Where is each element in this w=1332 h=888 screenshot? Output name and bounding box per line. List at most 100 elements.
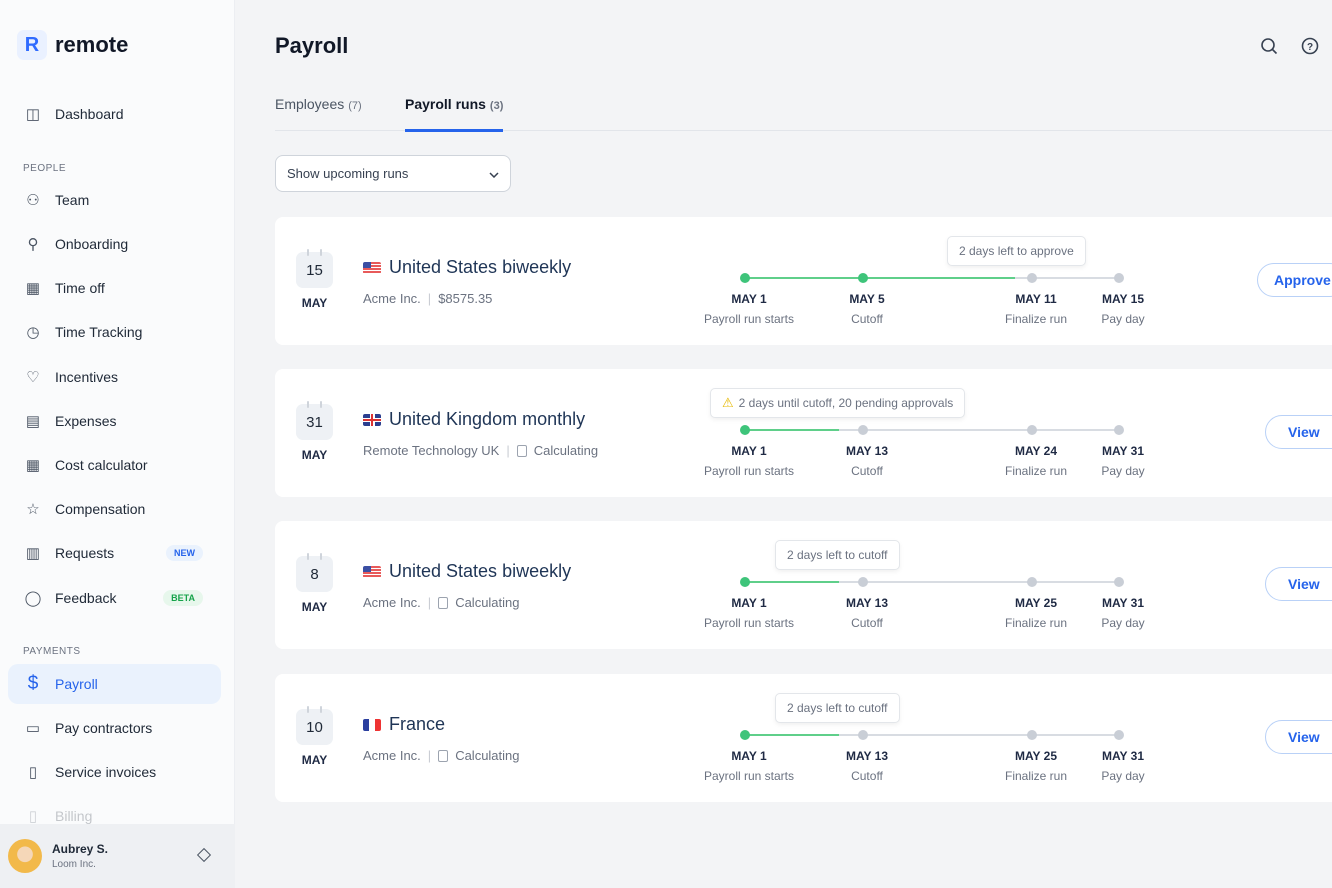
milestone-dot (858, 577, 868, 587)
user-menu[interactable]: Aubrey S. Loom Inc. (0, 824, 235, 888)
user-name: Aubrey S. (52, 842, 109, 856)
milestone-label: Payroll run starts (703, 616, 795, 630)
approve-button[interactable]: Approve (1257, 263, 1332, 297)
logo-text: remote (55, 32, 129, 57)
view-button[interactable]: View (1265, 720, 1332, 754)
tab-employees[interactable]: Employees (7) (275, 96, 362, 131)
run-name[interactable]: France (389, 714, 445, 735)
sidebar-item-label: Compensation (55, 501, 146, 517)
tab-payroll-runs[interactable]: Payroll runs (3) (405, 96, 504, 132)
sidebar-item-time-tracking[interactable]: ◷ Time Tracking (8, 312, 221, 352)
sidebar-item-dashboard[interactable]: ◫ Dashboard (8, 94, 221, 134)
sidebar-item-team[interactable]: ⚇ Team (8, 180, 221, 220)
sidebar-item-service-invoices[interactable]: ▯ Service invoices (8, 752, 221, 792)
milestone-dot (1027, 273, 1037, 283)
sidebar: R remote PEOPLE PAYMENTS ◫ Dashboard ⚇ Team… (0, 0, 235, 888)
search-icon[interactable] (1259, 36, 1279, 56)
sidebar-item-pay-contractors[interactable]: ▭ Pay contractors (8, 708, 221, 748)
sidebar-item-label: Team (55, 192, 90, 208)
tooltip-text: 2 days left to cutoff (787, 701, 888, 715)
milestone-dot (1027, 425, 1037, 435)
milestone-date: MAY 13 (845, 444, 889, 458)
sidebar-item-label: Time off (55, 280, 105, 296)
invoice-icon: ▯ (28, 764, 38, 781)
run-name[interactable]: United States biweekly (389, 257, 571, 278)
heart-icon: ♡ (26, 369, 40, 386)
timeline-progress (745, 429, 840, 431)
card-icon: ▭ (25, 720, 41, 737)
sidebar-item-payroll[interactable]: $ Payroll (8, 664, 221, 704)
entity-name: Acme Inc. (363, 291, 421, 306)
tabs: Employees (7) Payroll runs (3) (275, 96, 1332, 132)
section-people: PEOPLE (23, 163, 67, 174)
milestone: MAY 1 Payroll run starts (689, 596, 809, 630)
entity-name: Acme Inc. (363, 748, 421, 763)
milestone-label: Pay day (1101, 616, 1145, 630)
calendar-date-icon: 31 (296, 401, 333, 440)
payroll-run-card: 31 MAY United Kingdom monthly Remote Tec… (275, 369, 1332, 497)
clock-icon: ◷ (26, 324, 40, 341)
milestone-date: MAY 31 (1101, 749, 1145, 763)
calendar-date-icon: 10 (296, 706, 333, 745)
divider: | (427, 291, 432, 306)
sidebar-item-time-off[interactable]: ▦ Time off (8, 268, 221, 308)
sidebar-item-requests[interactable]: ▥ Requests NEW (8, 533, 221, 573)
milestone-dot (740, 425, 750, 435)
sidebar-item-feedback[interactable]: ◯ Feedback BETA (8, 578, 221, 618)
help-icon[interactable]: ? (1300, 36, 1320, 56)
tab-label: Employees (275, 96, 345, 112)
milestone-date: MAY 5 (849, 292, 885, 306)
calculator-icon (438, 596, 449, 609)
status-tooltip: 2 days left to cutoff (775, 693, 900, 723)
milestone-date: MAY 31 (1101, 596, 1145, 610)
beta-badge: BETA (163, 590, 203, 606)
logo[interactable]: R remote (17, 30, 128, 60)
calculator-icon: ▦ (25, 457, 41, 474)
tooltip-text: 2 days left to cutoff (787, 548, 888, 562)
calendar-date-icon: 15 (296, 249, 333, 288)
milestone-label: Cutoff (851, 464, 883, 478)
sidebar-item-expenses[interactable]: ▤ Expenses (8, 401, 221, 441)
divider: | (427, 595, 432, 610)
milestone: MAY 31 Pay day (1063, 444, 1183, 478)
milestone: MAY 31 Pay day (1063, 749, 1183, 783)
flag-uk-icon (363, 413, 381, 426)
divider: | (506, 443, 510, 458)
run-name[interactable]: United States biweekly (389, 561, 571, 582)
flag-us-icon (363, 565, 381, 578)
billing-icon: ▯ (28, 808, 38, 825)
milestone-dot (858, 730, 868, 740)
sidebar-item-onboarding[interactable]: ⚲ Onboarding (8, 224, 221, 264)
tab-count: (3) (489, 100, 504, 112)
status-tooltip: ⚠ 2 days until cutoff, 20 pending approva… (710, 388, 966, 418)
milestone-date: MAY 31 (1101, 444, 1145, 458)
milestone-dot (1114, 425, 1124, 435)
milestone-date: MAY 1 (731, 292, 767, 306)
sidebar-item-label: Expenses (55, 413, 117, 429)
payroll-run-card: 10 MAY France Acme Inc. | Calculating MAY … (275, 674, 1332, 802)
run-detail: Calculating (455, 595, 520, 610)
view-button[interactable]: View (1265, 415, 1332, 449)
status-tooltip: 2 days left to approve (947, 236, 1086, 266)
sidebar-item-cost-calculator[interactable]: ▦ Cost calculator (8, 445, 221, 485)
payroll-run-card: 8 MAY United States biweekly Acme Inc. | C… (275, 521, 1332, 649)
sidebar-item-label: Billing (55, 808, 93, 824)
run-filter-select[interactable]: Show upcoming runs (275, 155, 511, 192)
milestone-dot (1027, 577, 1037, 587)
sidebar-item-label: Onboarding (55, 236, 129, 252)
view-button[interactable]: View (1265, 567, 1332, 601)
flag-us-icon (363, 261, 381, 274)
flag-fr-icon (363, 718, 381, 731)
run-name[interactable]: United Kingdom monthly (389, 409, 585, 430)
sidebar-item-compensation[interactable]: ☆ Compensation (8, 489, 221, 529)
milestone-dot (740, 577, 750, 587)
tab-label: Payroll runs (405, 96, 486, 112)
milestone-label: Pay day (1101, 312, 1145, 326)
milestone-label: Cutoff (851, 616, 883, 630)
timeline-progress (745, 734, 840, 736)
entity-name: Acme Inc. (363, 595, 421, 610)
milestone-date: MAY 13 (845, 596, 889, 610)
tooltip-text: 2 days until cutoff, 20 pending approval… (738, 396, 954, 410)
switch-icon[interactable] (196, 847, 212, 863)
sidebar-item-incentives[interactable]: ♡ Incentives (8, 357, 221, 397)
